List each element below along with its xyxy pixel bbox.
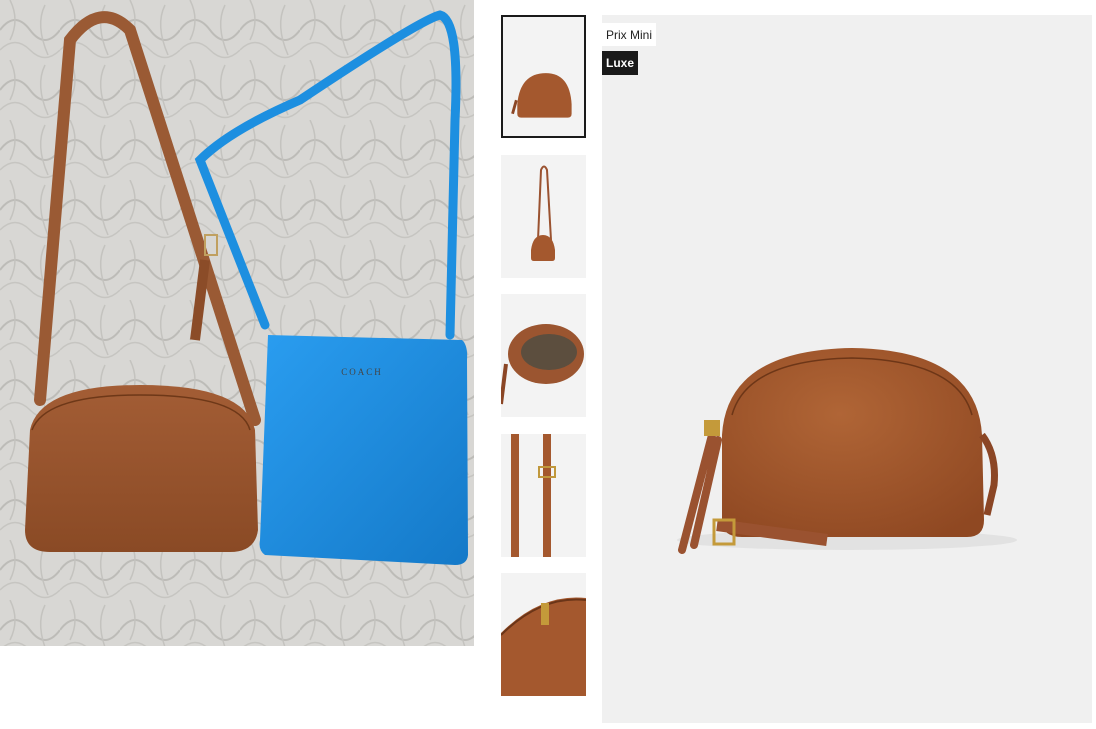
- main-product-image[interactable]: [602, 15, 1092, 723]
- thumbnail-4[interactable]: [501, 434, 586, 557]
- thumbnail-5[interactable]: [501, 573, 586, 696]
- thumbnail-2[interactable]: [501, 155, 586, 278]
- brand-mark: COACH: [341, 367, 383, 377]
- brown-bag: [25, 385, 258, 552]
- bag-body: [722, 348, 984, 537]
- user-photo-two-bags: COACH: [0, 0, 474, 646]
- luxe-badge: Luxe: [602, 51, 639, 75]
- thumbnail-3[interactable]: [501, 294, 586, 417]
- prix-mini-badge: Prix Mini: [602, 23, 657, 46]
- thumbnail-1[interactable]: [501, 15, 586, 138]
